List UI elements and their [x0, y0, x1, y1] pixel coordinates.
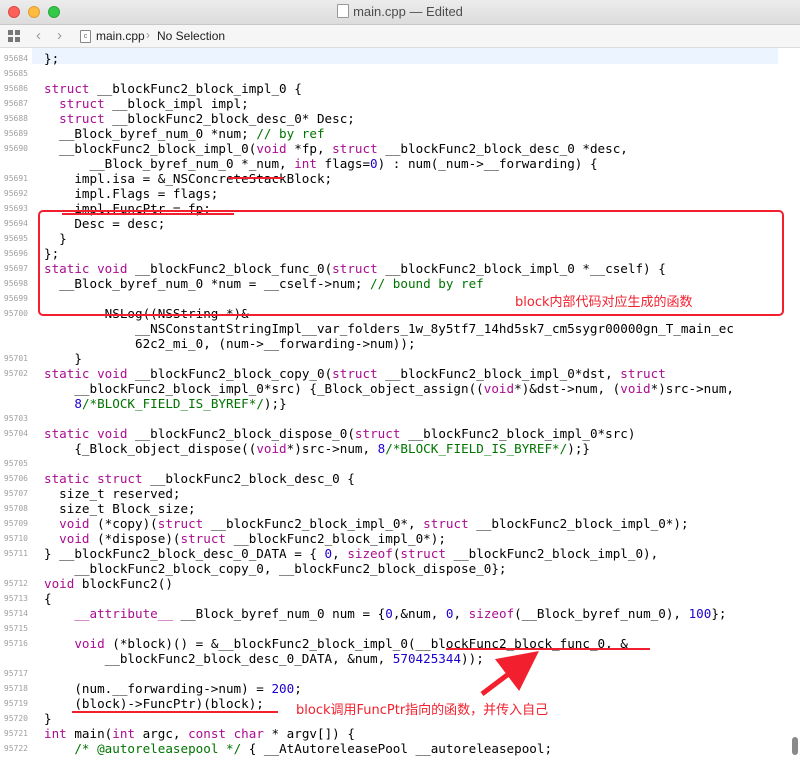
annotation-arrow-icon [480, 650, 539, 696]
